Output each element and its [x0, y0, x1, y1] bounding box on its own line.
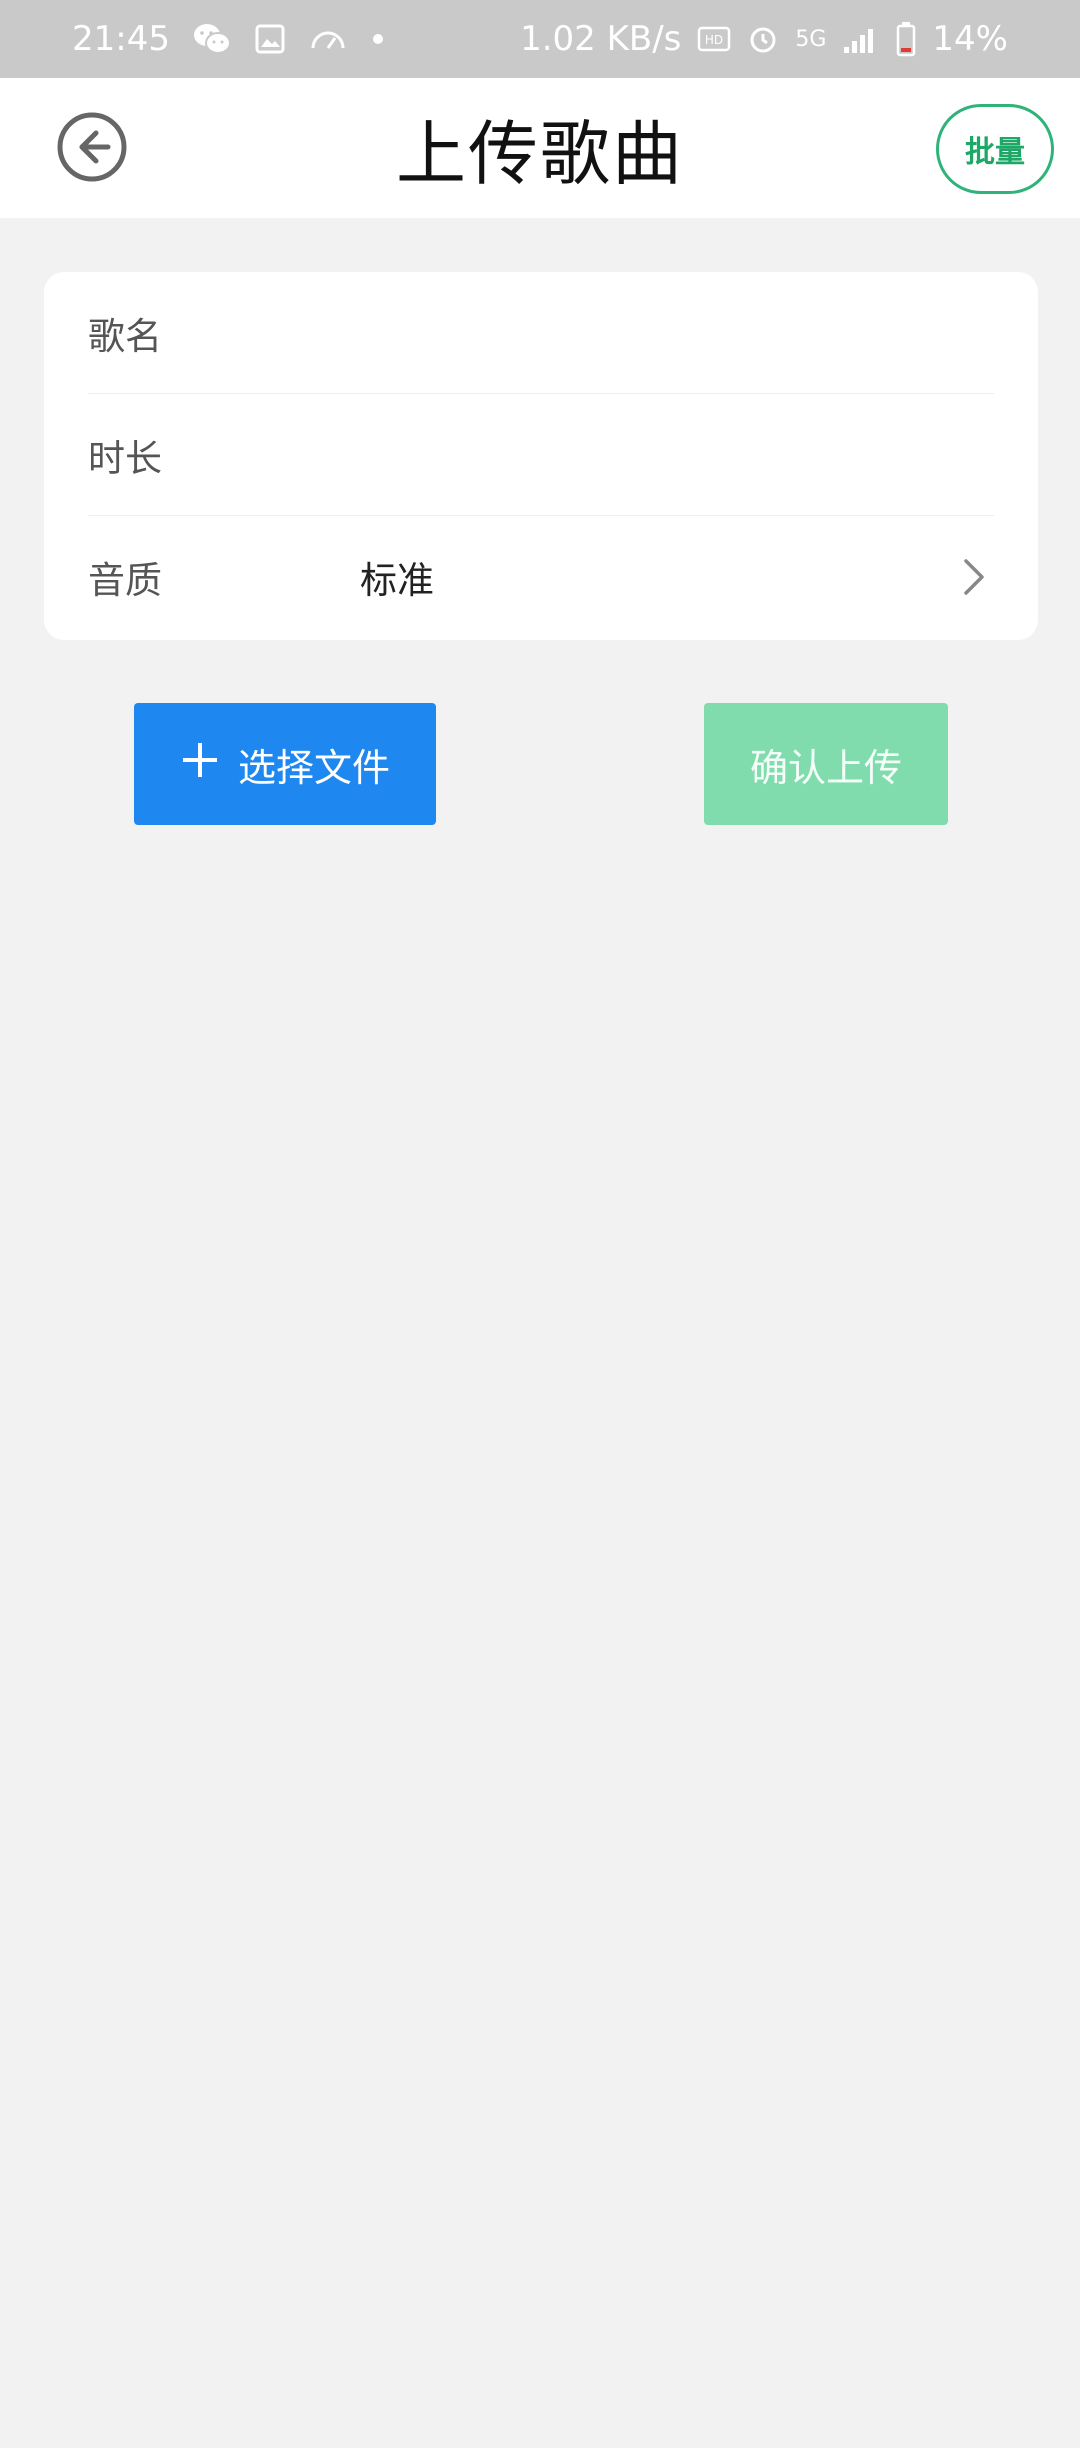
song-form-card: 歌名 时长 音质 标准	[44, 272, 1038, 640]
duration-input[interactable]	[360, 433, 994, 476]
net-speed: 1.02 KB/s	[520, 19, 682, 59]
quality-value: 标准	[360, 559, 434, 602]
battery-icon	[896, 21, 916, 57]
wechat-icon	[192, 21, 232, 57]
quality-label: 音质	[88, 559, 162, 602]
dot-icon	[370, 31, 386, 47]
battery-level: 14%	[932, 19, 1008, 59]
batch-button[interactable]: 批量	[936, 104, 1054, 194]
quality-row[interactable]: 音质 标准	[88, 516, 994, 638]
svg-text:HD: HD	[705, 33, 723, 47]
hd-icon: HD	[697, 24, 731, 54]
status-time: 21:45	[72, 19, 170, 59]
speedometer-icon	[308, 24, 348, 54]
signal-icon	[842, 23, 880, 55]
status-bar: 21:45 1.02 KB/s HD 5G 14%	[0, 0, 1080, 78]
network-type: 5G	[795, 26, 827, 52]
app-header: 上传歌曲 批量	[0, 78, 1080, 218]
gallery-icon	[254, 23, 286, 55]
song-name-row: 歌名	[88, 272, 994, 394]
page-title: 上传歌曲	[396, 112, 684, 195]
confirm-upload-button[interactable]: 确认上传	[704, 703, 948, 825]
duration-label: 时长	[88, 436, 162, 480]
select-file-label: 选择文件	[237, 745, 390, 790]
select-file-button[interactable]: 选择文件	[134, 703, 436, 825]
chevron-right-icon	[954, 557, 994, 597]
plus-icon	[180, 740, 220, 789]
alarm-icon	[747, 23, 779, 55]
song-name-label: 歌名	[88, 314, 162, 358]
duration-row: 时长	[88, 394, 994, 516]
song-name-input[interactable]	[360, 311, 994, 354]
